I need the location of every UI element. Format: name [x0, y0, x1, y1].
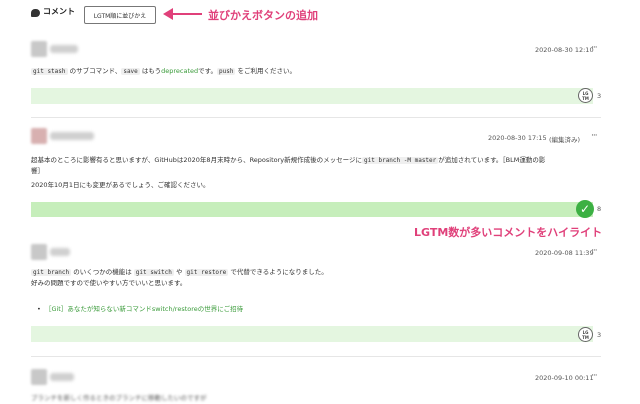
body-text: 2020年10月1日にも変更があるでしょう、ご確認ください。 [31, 181, 210, 189]
avatar[interactable] [31, 41, 47, 57]
link-list-item: • ［Git］あなたが知らない新コマンドswitch/restoreの世界にご招… [37, 304, 243, 315]
more-menu-icon[interactable]: ··· [591, 246, 598, 256]
comment-body: git branch のいくつかの機能は git switch や git re… [31, 267, 328, 278]
check-icon[interactable]: ✓ [576, 200, 594, 218]
lgtm-bar [31, 326, 593, 342]
comment-date[interactable]: 2020-08-30 17:15 [488, 134, 547, 142]
more-menu-icon[interactable]: ··· [591, 131, 598, 141]
username[interactable] [50, 45, 78, 53]
body-text: が追加されています。［BLM運動の影 [438, 156, 546, 164]
body-text: 超基本のところに影響有ると思いますが、GitHubは2020年8月末時から、Re… [31, 156, 363, 164]
inline-code: git branch [31, 269, 72, 276]
body-text: はもう [139, 67, 162, 75]
lgtm-sort-button[interactable]: LGTM順に並びかえ [84, 6, 156, 24]
comment-icon [31, 9, 40, 17]
username[interactable] [50, 248, 70, 256]
body-text: ブランチを新しく作るときのブランチに移動したいのですが [31, 394, 207, 402]
comment-divider [31, 356, 601, 357]
annotation-arrow-line [172, 13, 202, 15]
comment-divider [31, 117, 601, 118]
more-menu-icon[interactable]: ··· [591, 371, 598, 381]
inline-code: git stash [31, 68, 68, 75]
inline-code: git branch -M master [362, 157, 439, 164]
edited-label: (編集済み) [549, 136, 581, 144]
bullet: • [37, 305, 45, 313]
more-menu-icon[interactable]: ··· [591, 43, 598, 53]
comment-body: 超基本のところに影響有ると思いますが、GitHubは2020年8月末時から、Re… [31, 155, 545, 166]
inline-code: git restore [184, 269, 229, 276]
lgtm-icon[interactable]: LG TM [578, 327, 593, 342]
comment-body: git stash のサブコマンド、 save はもうdeprecatedです。 p… [31, 66, 296, 77]
lgtm-icon[interactable]: LG TM [578, 88, 593, 103]
comment-date[interactable]: 2020-09-10 00:11 [535, 374, 594, 382]
comment-date[interactable]: 2020-09-08 11:39 [535, 249, 594, 257]
body-text: をご利用ください。 [235, 67, 297, 75]
article-link[interactable]: ［Git］あなたが知らない新コマンドswitch/restoreの世界にご招待 [45, 305, 243, 313]
body-text: 響］ [31, 167, 44, 175]
username[interactable] [50, 132, 94, 140]
lgtm-count: 3 [597, 331, 602, 339]
inline-code: git switch [133, 269, 174, 276]
body-text: 好みの問題ですので使いやすい方でいいと思います。 [31, 279, 187, 287]
inline-code: push [217, 68, 236, 75]
body-text: のサブコマンド、 [67, 67, 122, 75]
avatar[interactable] [31, 369, 47, 385]
lgtm-count: 8 [597, 205, 602, 213]
highlight-annotation: LGTM数が多いコメントをハイライト [414, 226, 603, 239]
body-text: で代替できるようになりました。 [228, 268, 328, 276]
username[interactable] [50, 373, 74, 381]
comments-title: コメント [43, 7, 75, 16]
body-text: や [173, 268, 185, 276]
deprecated-text: deprecated [161, 67, 199, 75]
comment-date[interactable]: 2020-08-30 12:10 [535, 46, 594, 54]
lgtm-count: 3 [597, 92, 602, 100]
inline-code: save [121, 68, 140, 75]
body-text: のいくつかの機能は [71, 268, 134, 276]
body-text: です。 [198, 67, 218, 75]
sort-button-annotation: 並びかえボタンの追加 [208, 9, 318, 22]
avatar[interactable] [31, 244, 47, 260]
avatar[interactable] [31, 128, 47, 144]
lgtm-bar [31, 88, 593, 104]
lgtm-bar-highlighted [31, 202, 593, 217]
